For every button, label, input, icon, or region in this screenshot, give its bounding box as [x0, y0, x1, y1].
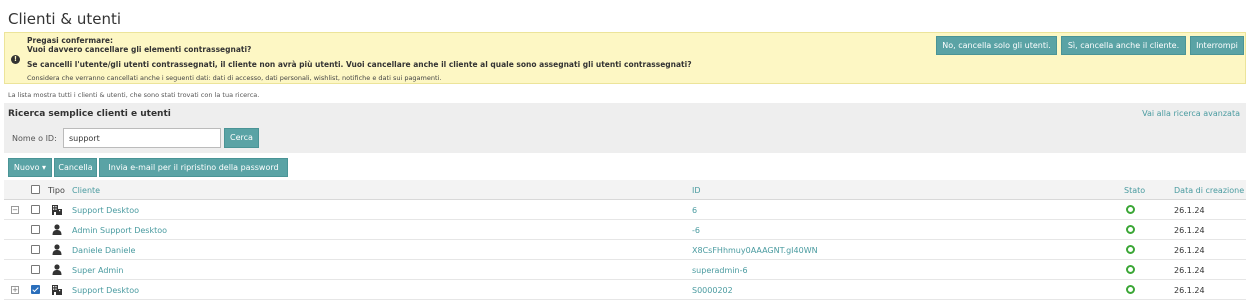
row-cliente-link[interactable]: Support Desktoo: [72, 206, 139, 215]
row-checkbox[interactable]: [31, 285, 40, 294]
page-title: Clienti & utenti: [8, 10, 121, 28]
table-row[interactable]: + Support Desktoo S0000202 26.1.24: [4, 280, 1246, 300]
row-date: 26.1.24: [1174, 266, 1205, 275]
search-input[interactable]: [63, 128, 221, 148]
row-id-link[interactable]: superadmin-6: [692, 266, 748, 275]
header-id[interactable]: ID: [692, 186, 701, 195]
confirmation-alert: ! Pregasi confermare: Vuoi davvero cance…: [4, 32, 1246, 84]
warning-icon: !: [11, 55, 20, 64]
row-date: 26.1.24: [1174, 286, 1205, 295]
row-cliente-link[interactable]: Admin Support Desktoo: [72, 226, 167, 235]
results-info: La lista mostra tutti i clienti & utenti…: [8, 91, 260, 99]
select-all-checkbox[interactable]: [31, 185, 40, 194]
status-active-icon: [1126, 285, 1135, 294]
row-date: 26.1.24: [1174, 226, 1205, 235]
new-dropdown-button[interactable]: Nuovo ▾: [8, 158, 52, 177]
header-data[interactable]: Data di creazione: [1174, 186, 1244, 195]
delete-button[interactable]: Cancella: [54, 158, 97, 177]
row-checkbox[interactable]: [31, 245, 40, 254]
header-tipo: Tipo: [48, 186, 65, 195]
row-cliente-link[interactable]: Daniele Daniele: [72, 246, 135, 255]
row-cliente-link[interactable]: Super Admin: [72, 266, 123, 275]
row-checkbox[interactable]: [31, 205, 40, 214]
user-icon: [52, 264, 62, 275]
table-row[interactable]: Super Admin superadmin-6 26.1.24: [4, 260, 1246, 280]
row-id-link[interactable]: S0000202: [692, 286, 733, 295]
abort-button[interactable]: Interrompi: [1190, 36, 1244, 55]
delete-users-only-button[interactable]: No, cancella solo gli utenti.: [936, 36, 1057, 55]
user-icon: [52, 224, 62, 235]
search-panel-title: Ricerca semplice clienti e utenti: [8, 109, 171, 119]
row-cliente-link[interactable]: Support Desktoo: [72, 286, 139, 295]
company-icon: [52, 284, 62, 295]
row-checkbox[interactable]: [31, 265, 40, 274]
advanced-search-link[interactable]: Vai alla ricerca avanzata: [1142, 109, 1240, 118]
search-panel: Ricerca semplice clienti e utenti Vai al…: [4, 103, 1246, 153]
table-row[interactable]: Daniele Daniele X8CsFHhmuy0AAAGNT.gI40WN 2…: [4, 240, 1246, 260]
delete-client-too-button[interactable]: Sì, cancella anche il cliente.: [1061, 36, 1186, 55]
status-active-icon: [1126, 205, 1135, 214]
table-row[interactable]: − Support Desktoo 6 26.1.24: [4, 200, 1246, 220]
send-password-reset-button[interactable]: Invia e-mail per il ripristino della pas…: [99, 158, 288, 177]
table-header: Tipo Cliente ID Stato Data di creazione: [4, 180, 1246, 200]
alert-line-2: Vuoi davvero cancellare gli elementi con…: [27, 45, 252, 54]
expand-toggle-icon[interactable]: −: [11, 206, 19, 214]
company-icon: [52, 204, 62, 215]
status-active-icon: [1126, 265, 1135, 274]
alert-line-1: Pregasi confermare:: [27, 36, 114, 45]
row-date: 26.1.24: [1174, 206, 1205, 215]
header-stato[interactable]: Stato: [1124, 186, 1145, 195]
row-id-link[interactable]: X8CsFHhmuy0AAAGNT.gI40WN: [692, 246, 818, 255]
row-date: 26.1.24: [1174, 246, 1205, 255]
row-checkbox[interactable]: [31, 225, 40, 234]
alert-line-4: Considera che verranno cancellati anche …: [27, 74, 442, 82]
row-id-link[interactable]: -6: [692, 226, 700, 235]
alert-line-3: Se cancelli l'utente/gli utenti contrass…: [27, 60, 692, 69]
search-button[interactable]: Cerca: [224, 128, 259, 148]
expand-toggle-icon[interactable]: +: [11, 286, 19, 294]
header-cliente[interactable]: Cliente: [72, 186, 100, 195]
search-label: Nome o ID:: [12, 134, 57, 143]
user-icon: [52, 244, 62, 255]
status-active-icon: [1126, 245, 1135, 254]
status-active-icon: [1126, 225, 1135, 234]
row-id-link[interactable]: 6: [692, 206, 697, 215]
table-row[interactable]: Admin Support Desktoo -6 26.1.24: [4, 220, 1246, 240]
